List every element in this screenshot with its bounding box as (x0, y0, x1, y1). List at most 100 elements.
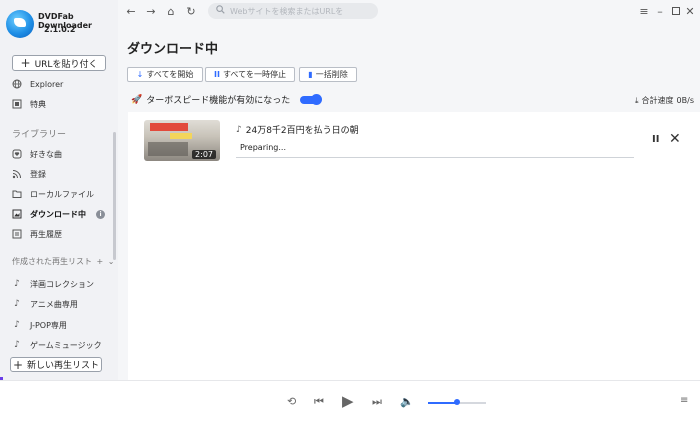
play-icon[interactable]: ▶ (342, 392, 354, 410)
delete-all-button[interactable]: ▮ 一括削除 (299, 67, 357, 82)
refresh-icon[interactable]: ↻ (184, 4, 198, 18)
download-progress (236, 157, 634, 158)
sidebar-item-bonus[interactable]: 特典 (12, 96, 46, 112)
turbo-speed-row: 🚀 ターボスピード機能が有効になった (131, 93, 323, 106)
sidebar-item-label: Explorer (30, 79, 64, 89)
sidebar-item-label: 再生履歴 (30, 229, 62, 239)
page-title: ダウンロード中 (127, 42, 219, 57)
playlist-item[interactable]: ♪ J-POP専用 (12, 317, 67, 333)
trash-icon: ▮ (308, 70, 313, 79)
start-all-label: すべてを開始 (146, 70, 194, 79)
next-track-icon[interactable]: ⏭ (372, 395, 382, 409)
rss-icon (12, 169, 22, 179)
previous-track-icon[interactable]: ⏮ (314, 395, 324, 409)
playlist-label: 洋画コレクション (30, 279, 94, 289)
sidebar-item-label: 好きな曲 (30, 149, 62, 159)
pause-all-button[interactable]: II すべてを一時停止 (205, 67, 295, 82)
playlist-label: J-POP専用 (30, 320, 67, 330)
sidebar-scrollbar[interactable] (113, 132, 116, 260)
gift-icon (12, 99, 22, 109)
new-playlist-button[interactable]: + 新しい再生リスト (10, 357, 102, 372)
rocket-icon: 🚀 (131, 94, 143, 105)
heart-icon (12, 149, 22, 159)
history-icon (12, 229, 22, 239)
minimize-icon[interactable]: – (653, 4, 667, 18)
speed-label: 合計速度 (641, 96, 674, 105)
menu-icon[interactable]: ≡ (637, 4, 651, 18)
sidebar-item-history[interactable]: 再生履歴 (12, 226, 62, 242)
sidebar-item-label: 登録 (30, 169, 46, 179)
player-bar: ⟲ ⏮ ▶ ⏭ 🔈 ≡ (0, 380, 700, 422)
search-input[interactable] (230, 6, 370, 16)
library-heading: ライブラリー (12, 130, 67, 140)
playlist-item[interactable]: ♪ アニメ曲専用 (12, 296, 78, 312)
speed-icon: ⤓ (635, 95, 639, 105)
topbar: ← → ⌂ ↻ ≡ – ✕ (118, 0, 700, 24)
delete-all-label: 一括削除 (315, 70, 348, 79)
remove-download-button[interactable]: ✕ (669, 131, 681, 147)
video-duration: 2:07 (192, 150, 216, 159)
music-note-icon: ♪ (236, 124, 242, 135)
turbo-label: ターボスピード機能が有効になった (146, 96, 291, 106)
forward-arrow-icon[interactable]: → (144, 4, 158, 18)
sidebar-item-label: ダウンロード中 (30, 209, 86, 219)
playlist-item[interactable]: ♪ ゲームミュージック (12, 337, 102, 353)
turbo-toggle[interactable] (300, 93, 323, 105)
search-icon (216, 5, 225, 17)
sidebar-item-label: 特典 (30, 99, 46, 109)
folder-icon (12, 189, 22, 199)
playlist-queue-icon[interactable]: ≡ (680, 395, 688, 406)
sidebar: DVDFab Downloader 2.1.0.2 + URLを貼り付く Exp… (0, 0, 118, 380)
music-note-icon: ♪ (14, 299, 20, 309)
globe-icon (12, 79, 22, 89)
speed-value: 0B/s (676, 96, 694, 105)
repeat-icon[interactable]: ⟲ (287, 395, 296, 408)
volume-handle[interactable] (454, 399, 460, 405)
playlist-item[interactable]: ♪ 洋画コレクション (12, 276, 94, 292)
home-icon[interactable]: ⌂ (164, 4, 178, 18)
sidebar-item-favorites[interactable]: 好きな曲 (12, 146, 62, 162)
close-window-icon[interactable]: ✕ (683, 4, 697, 18)
music-note-icon: ♪ (14, 320, 20, 330)
add-playlist-icon[interactable]: + (97, 257, 104, 266)
plus-icon: + (12, 357, 24, 372)
download-title-text: 24万8千2百円を払う日の朝 (245, 126, 359, 136)
sidebar-item-local-files[interactable]: ローカルファイル (12, 186, 94, 202)
paste-url-label: URLを貼り付く (34, 59, 98, 70)
volume-icon[interactable]: 🔈 (400, 395, 414, 408)
pause-icon: II (214, 70, 220, 79)
download-icon (12, 209, 22, 219)
start-all-button[interactable]: ↓ すべてを開始 (127, 67, 203, 82)
resize-marker (0, 377, 3, 380)
sidebar-item-explorer[interactable]: Explorer (12, 76, 63, 92)
search-bar[interactable] (208, 3, 378, 19)
playlists-heading-label: 作成された再生リスト (12, 257, 92, 266)
download-status: Preparing... (240, 143, 286, 152)
app-version: 2.1.0.2 (44, 25, 76, 34)
total-speed: ⤓ 合計速度 0B/s (635, 95, 694, 106)
sidebar-item-label: ローカルファイル (30, 189, 94, 199)
sidebar-item-downloading[interactable]: ダウンロード中 i (12, 206, 105, 222)
app-brand: DVDFab Downloader 2.1.0.2 (6, 8, 116, 38)
playlist-label: ゲームミュージック (30, 340, 102, 350)
maximize-icon[interactable] (669, 4, 683, 18)
download-item-title: ♪ 24万8千2百円を払う日の朝 (236, 123, 359, 137)
video-thumbnail[interactable]: 2:07 (144, 120, 220, 161)
app-logo-icon (6, 10, 34, 38)
plus-icon: + (20, 56, 31, 70)
sidebar-item-subscriptions[interactable]: 登録 (12, 166, 46, 182)
back-arrow-icon[interactable]: ← (124, 4, 138, 18)
download-arrow-icon: ↓ (136, 70, 144, 79)
download-list: 2:07 ♪ 24万8千2百円を払う日の朝 Preparing... II ✕ (128, 112, 700, 380)
main-content: ← → ⌂ ↻ ≡ – ✕ ダウンロード中 ↓ すべてを開始 II すべてを一時… (118, 0, 700, 380)
music-note-icon: ♪ (14, 279, 20, 289)
playlist-label: アニメ曲専用 (30, 299, 78, 309)
pause-all-label: すべてを一時停止 (222, 70, 286, 79)
playlists-heading[interactable]: 作成された再生リスト + ⌄ (12, 256, 115, 267)
music-note-icon: ♪ (14, 340, 20, 350)
volume-level (428, 402, 457, 404)
info-icon[interactable]: i (96, 209, 105, 219)
paste-url-button[interactable]: + URLを貼り付く (12, 55, 106, 71)
pause-download-button[interactable]: II (652, 134, 659, 145)
new-playlist-label: 新しい再生リスト (27, 361, 100, 371)
